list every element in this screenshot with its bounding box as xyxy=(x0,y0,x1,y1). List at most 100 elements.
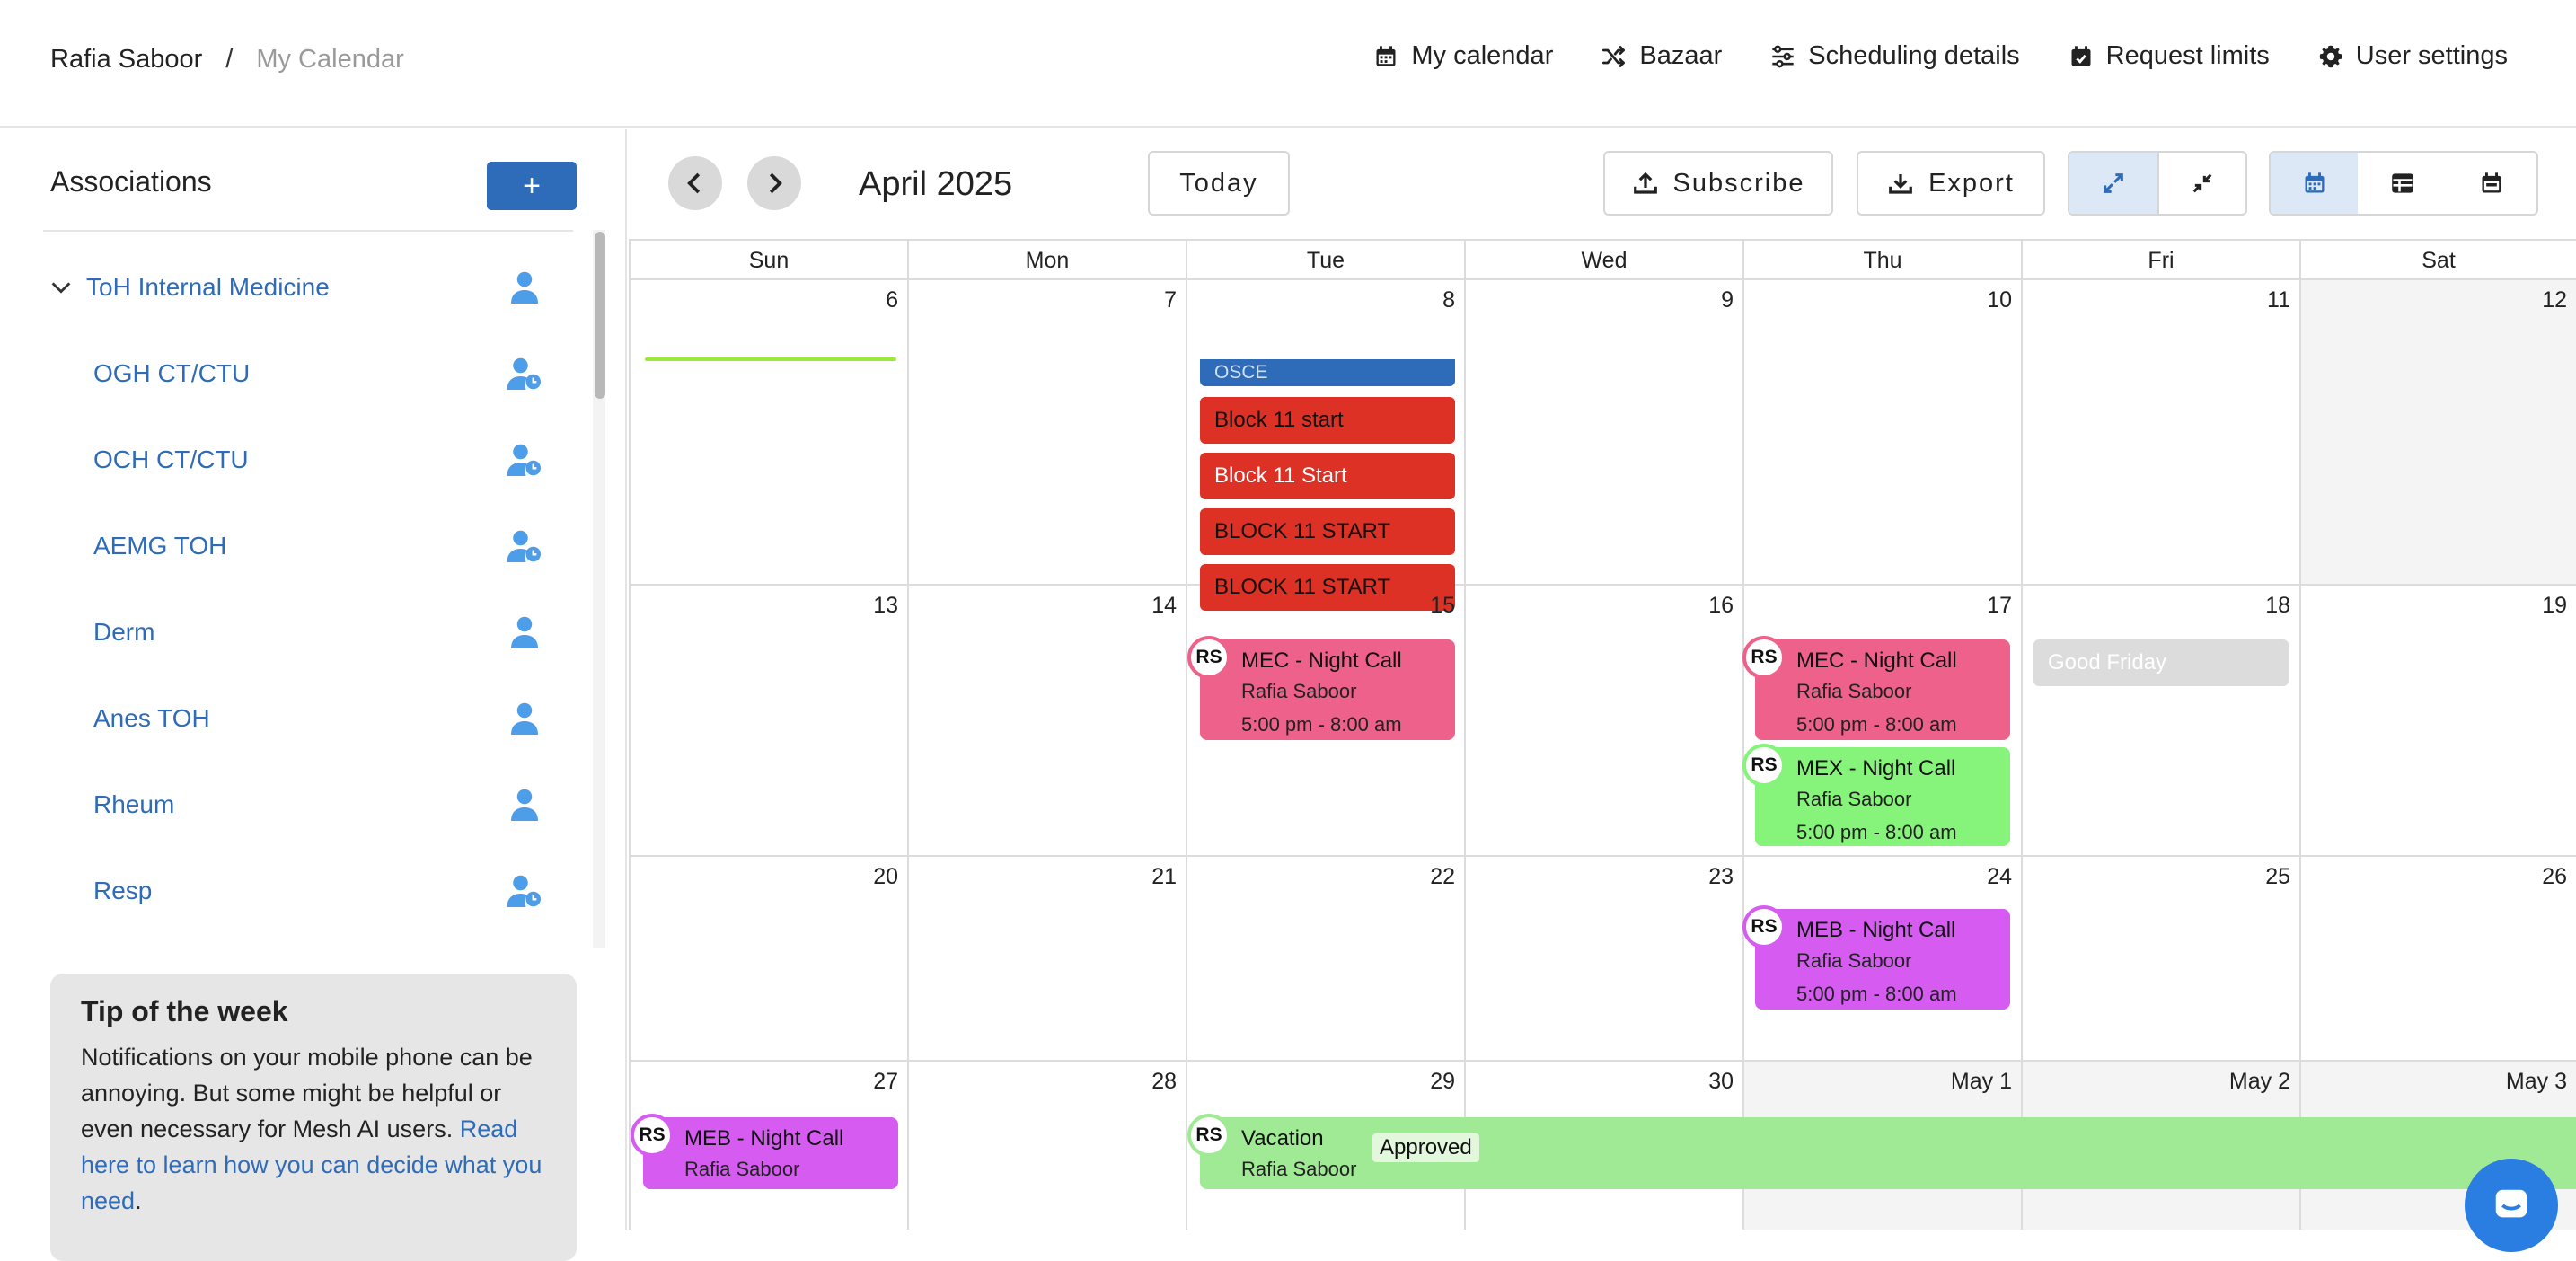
export-button[interactable]: Export xyxy=(1857,151,2045,216)
day-number: May 2 xyxy=(2228,1069,2290,1094)
sidebar-scrollbar-thumb[interactable] xyxy=(595,232,605,399)
prev-month-button[interactable] xyxy=(668,156,722,210)
day-cell[interactable]: 21 xyxy=(907,857,1186,1060)
association-item-label: Rheum xyxy=(93,790,175,818)
day-number: 24 xyxy=(1987,864,2012,889)
association-parent[interactable]: ToH Internal Medicine xyxy=(0,244,575,331)
event-holiday[interactable]: Good Friday xyxy=(2033,639,2289,686)
avatar: RS xyxy=(1742,636,1786,679)
association-item[interactable]: AEMG TOH xyxy=(0,503,575,589)
shift-time: 5:00 pm - 8:00 am xyxy=(1241,713,1402,736)
nav-scheduling-details[interactable]: Scheduling details xyxy=(1770,41,2020,71)
event-osce[interactable]: OSCE xyxy=(1200,359,1455,386)
user-icon xyxy=(511,616,538,648)
expand-icon xyxy=(2104,173,2123,193)
day-number: 23 xyxy=(1708,864,1734,889)
association-item[interactable]: Anes TOH xyxy=(0,675,575,762)
subscribe-button[interactable]: Subscribe xyxy=(1603,151,1833,216)
day-cell[interactable]: 6 xyxy=(629,280,907,584)
tip-of-the-week: Tip of the week Notifications on your mo… xyxy=(50,974,577,1261)
nav-user-settings[interactable]: User settings xyxy=(2318,41,2508,71)
day-number: 15 xyxy=(1430,593,1455,618)
expand-collapse-toggle xyxy=(2068,151,2247,216)
shift-event[interactable]: RS MEX - Night Call Rafia Saboor 5:00 pm… xyxy=(1742,744,2010,846)
association-item[interactable]: Resp xyxy=(0,848,575,934)
association-item-label: OCH CT/CTU xyxy=(93,445,249,473)
nav-my-calendar[interactable]: My calendar xyxy=(1373,41,1553,71)
nav-request-limits[interactable]: Request limits xyxy=(2069,41,2270,71)
nav-bazaar[interactable]: Bazaar xyxy=(1601,41,1722,71)
event-block-start[interactable]: BLOCK 11 START xyxy=(1200,508,1455,555)
calendar-check-icon xyxy=(2071,45,2091,66)
association-item[interactable]: OGH CT/CTU xyxy=(0,331,575,417)
day-number: 28 xyxy=(1151,1069,1177,1094)
day-number: 25 xyxy=(2265,864,2290,889)
today-button[interactable]: Today xyxy=(1148,151,1290,216)
user-clock-icon xyxy=(507,444,541,476)
association-item-label: Anes TOH xyxy=(93,704,210,732)
expand-button[interactable] xyxy=(2069,153,2157,214)
shift-event[interactable]: RS MEB - Night Call Rafia Saboor 5:00 pm… xyxy=(1742,905,2010,1010)
shift-event[interactable]: RS MEB - Night Call Rafia Saboor xyxy=(631,1114,898,1189)
day-number: 13 xyxy=(873,593,898,618)
month-view-button[interactable] xyxy=(2271,153,2359,214)
shift-time: 5:00 pm - 8:00 am xyxy=(1796,713,1957,736)
event-block-start[interactable]: Block 11 Start xyxy=(1200,453,1455,499)
shift-event[interactable]: RS MEC - Night Call Rafia Saboor 5:00 pm… xyxy=(1187,636,1455,740)
day-number: 7 xyxy=(1164,287,1177,313)
day-cell[interactable]: 14 xyxy=(907,586,1186,855)
association-item[interactable]: Rheum xyxy=(0,762,575,848)
associations-list: ToH Internal Medicine OGH CT/CTU OCH CT/… xyxy=(0,244,593,945)
association-parent-label: ToH Internal Medicine xyxy=(86,273,330,301)
avatar: RS xyxy=(631,1114,674,1157)
shift-person: Rafia Saboor xyxy=(684,1158,800,1180)
breadcrumb-separator: / xyxy=(225,45,234,74)
day-cell[interactable]: 13 xyxy=(629,586,907,855)
day-number: 16 xyxy=(1708,593,1734,618)
association-item-label: Derm xyxy=(93,618,155,646)
dow-thu: Thu xyxy=(1742,241,2021,280)
chevron-down-icon[interactable] xyxy=(49,275,74,300)
calendar-day-icon xyxy=(2482,172,2501,193)
day-cell[interactable]: 9 xyxy=(1464,280,1742,584)
day-cell[interactable]: 11 xyxy=(2021,280,2299,584)
day-cell[interactable]: 10 xyxy=(1742,280,2021,584)
shift-time: 5:00 pm - 8:00 am xyxy=(1796,983,1957,1005)
day-cell[interactable]: 12 xyxy=(2299,280,2576,584)
associations-divider xyxy=(43,230,573,232)
day-cell[interactable]: 22 xyxy=(1186,857,1464,1060)
day-number: 18 xyxy=(2265,593,2290,618)
list-view-button[interactable] xyxy=(2358,153,2447,214)
day-cell[interactable]: 23 xyxy=(1464,857,1742,1060)
shift-person: Rafia Saboor xyxy=(1241,680,1357,702)
shuffle-icon xyxy=(1602,45,1626,67)
calendar-icon xyxy=(2305,172,2325,193)
chat-launcher-button[interactable] xyxy=(2465,1159,2558,1252)
avatar: RS xyxy=(1742,905,1786,948)
day-cell[interactable]: 28 xyxy=(907,1062,1186,1230)
day-number: 11 xyxy=(2267,287,2290,313)
day-cell[interactable]: 26 xyxy=(2299,857,2576,1060)
day-cell[interactable]: 7 xyxy=(907,280,1186,584)
day-view-button[interactable] xyxy=(2448,153,2536,214)
day-number: 14 xyxy=(1151,593,1177,618)
day-cell[interactable]: 16 xyxy=(1464,586,1742,855)
shift-title: MEX - Night Call xyxy=(1796,756,1956,780)
event-block-start[interactable]: Block 11 start xyxy=(1200,397,1455,444)
user-clock-icon xyxy=(507,530,541,562)
day-cell[interactable]: 20 xyxy=(629,857,907,1060)
breadcrumb-user[interactable]: Rafia Saboor xyxy=(50,45,202,75)
shift-event[interactable]: RS MEC - Night Call Rafia Saboor 5:00 pm… xyxy=(1742,636,2010,740)
collapse-button[interactable] xyxy=(2157,153,2245,214)
add-association-button[interactable]: + xyxy=(487,162,577,210)
day-cell[interactable]: 18 xyxy=(2021,586,2299,855)
day-cell[interactable]: 25 xyxy=(2021,857,2299,1060)
shift-title: MEC - Night Call xyxy=(1796,648,1957,673)
event-continuation-bar[interactable] xyxy=(645,357,896,361)
association-item[interactable]: OCH CT/CTU xyxy=(0,417,575,503)
association-item[interactable]: Derm xyxy=(0,589,575,675)
associations-title: Associations xyxy=(50,165,212,198)
vacation-event[interactable]: RS Vacation Rafia Saboor Approved xyxy=(1187,1114,2576,1189)
day-cell[interactable]: 19 xyxy=(2299,586,2576,855)
next-month-button[interactable] xyxy=(747,156,801,210)
